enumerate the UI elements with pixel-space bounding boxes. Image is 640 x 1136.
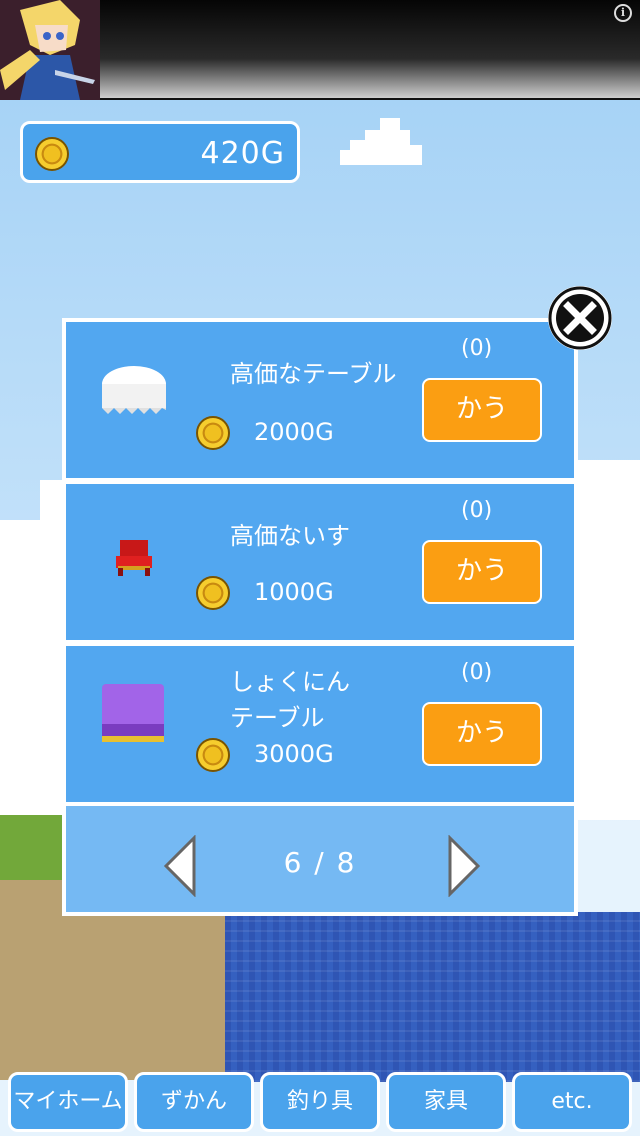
- coin-icon: [35, 137, 69, 171]
- buy-button[interactable]: かう: [422, 378, 542, 442]
- ad-banner[interactable]: i: [0, 0, 640, 100]
- coin-icon: [196, 738, 230, 772]
- purple-table-icon: [102, 684, 164, 742]
- coin-icon: [196, 416, 230, 450]
- info-icon[interactable]: i: [614, 4, 632, 22]
- owned-count: (0): [461, 498, 493, 523]
- page-indicator: 6 / 8: [283, 846, 357, 879]
- bottom-nav: マイホーム ずかん 釣り具 家具 etc.: [0, 1072, 640, 1136]
- close-x-icon[interactable]: [548, 286, 612, 350]
- shop-item: (0) 高価ないす 1000G かう: [66, 484, 574, 640]
- item-price: 1000G: [254, 578, 334, 606]
- tab-encyclopedia[interactable]: ずかん: [134, 1072, 254, 1132]
- buy-button[interactable]: かう: [422, 702, 542, 766]
- buy-button[interactable]: かう: [422, 540, 542, 604]
- tab-my-home[interactable]: マイホーム: [8, 1072, 128, 1132]
- pager: 6 / 8: [66, 806, 574, 912]
- tab-etc[interactable]: etc.: [512, 1072, 632, 1132]
- ad-character-icon: [0, 0, 100, 100]
- tab-furniture[interactable]: 家具: [386, 1072, 506, 1132]
- coin-icon: [196, 576, 230, 610]
- owned-count: (0): [461, 660, 493, 685]
- sea-water: [225, 912, 640, 1082]
- shop-item: (0) しょくにん テーブル 3000G かう: [66, 646, 574, 802]
- shop-item: (0) 高価なテーブル 2000G かう: [66, 322, 574, 478]
- gold-display: 420G: [20, 121, 300, 183]
- round-table-icon: [102, 366, 166, 414]
- item-price: 3000G: [254, 740, 334, 768]
- red-chair-icon: [116, 540, 152, 576]
- small-cloud: [340, 118, 422, 165]
- owned-count: (0): [461, 336, 493, 361]
- gold-amount: 420G: [200, 136, 285, 171]
- right-arrow-icon[interactable]: [446, 835, 482, 897]
- shop-panel: (0) 高価なテーブル 2000G かう (0) 高価ないす 1000G かう …: [62, 318, 578, 916]
- item-price: 2000G: [254, 418, 334, 446]
- tab-fishing-gear[interactable]: 釣り具: [260, 1072, 380, 1132]
